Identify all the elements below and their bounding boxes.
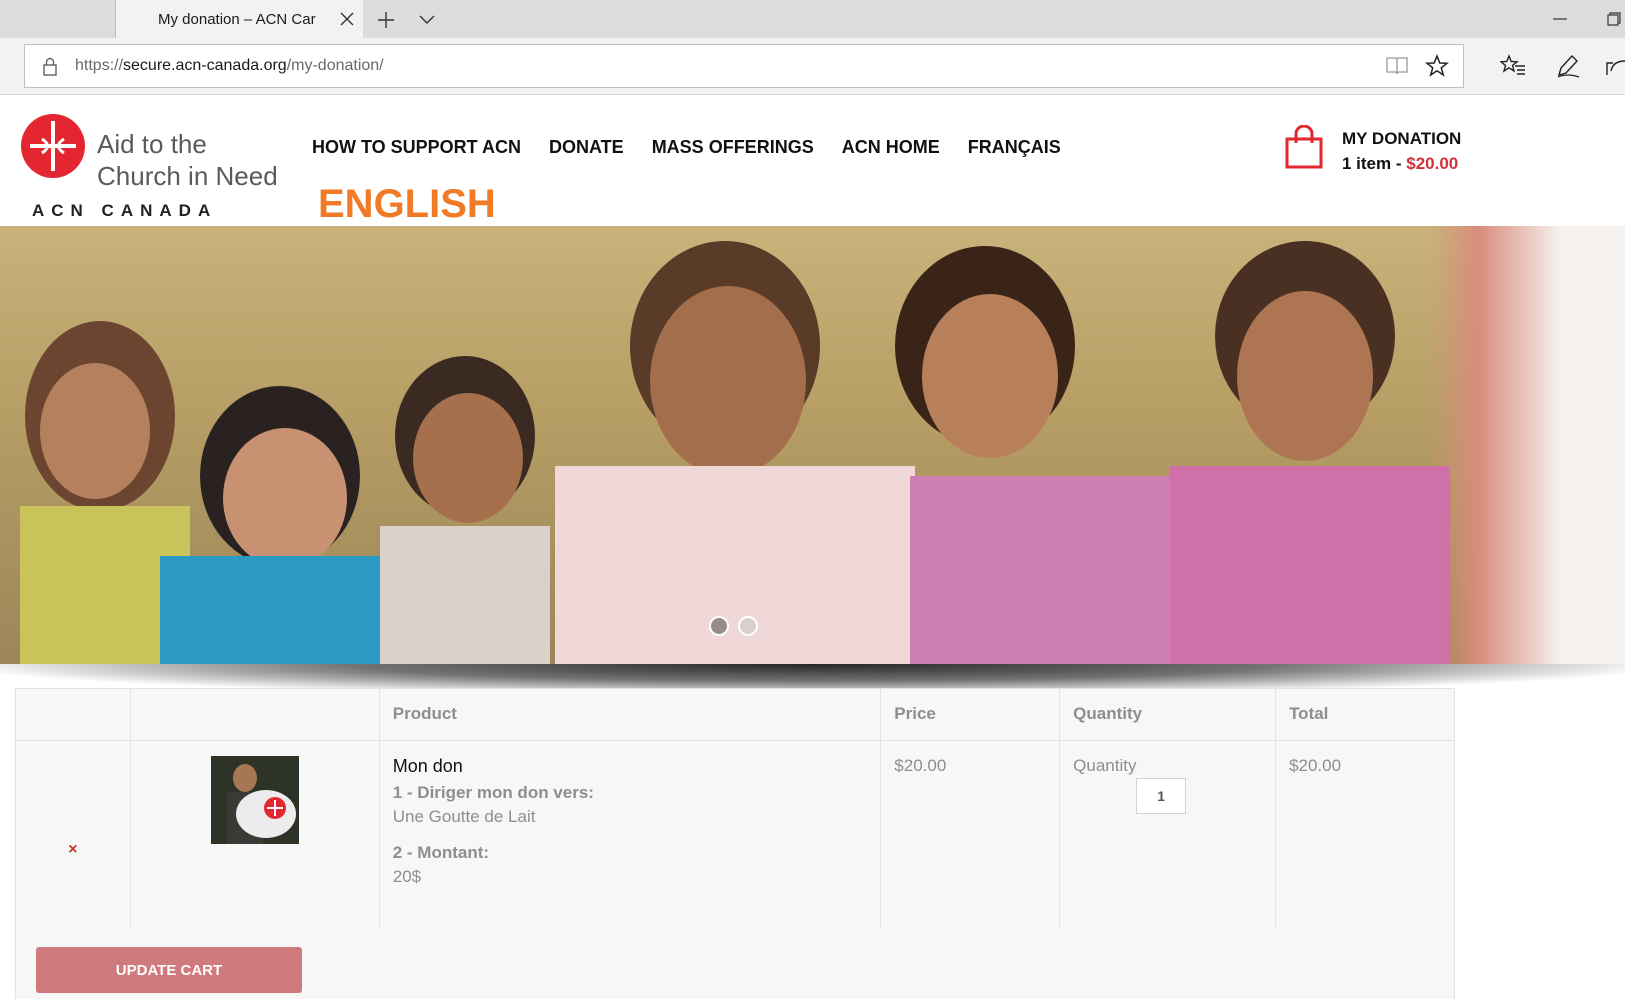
- quantity-label: Quantity: [1073, 756, 1137, 775]
- url-path: /my-donation/: [286, 57, 384, 74]
- hero-children-photo: [20, 241, 1450, 664]
- logo-line1: Aid to the: [97, 129, 207, 159]
- url-scheme: https://: [75, 57, 124, 74]
- cart-table: Product Price Quantity Total × Mon don 1…: [15, 688, 1455, 930]
- tab-title: My donation – ACN Car: [158, 11, 316, 28]
- lock-icon: [41, 56, 59, 76]
- share-icon[interactable]: [1605, 53, 1625, 79]
- header-remove: [15, 688, 131, 741]
- header-thumbnail: [129, 688, 380, 741]
- header-product: Product: [378, 688, 882, 741]
- star-icon[interactable]: [1424, 53, 1450, 78]
- cart-summary[interactable]: 1 item - $20.00: [1342, 154, 1458, 174]
- cart-amount: $20.00: [1406, 154, 1459, 173]
- nav-acn-home[interactable]: ACN HOME: [842, 137, 940, 158]
- slider-dot-1[interactable]: [709, 616, 729, 636]
- header-total: Total: [1275, 688, 1455, 741]
- cart-actions: UPDATE CART: [15, 929, 1455, 999]
- acn-logo-icon: [21, 114, 85, 178]
- main-nav: HOW TO SUPPORT ACN DONATE MASS OFFERINGS…: [312, 137, 1061, 158]
- quantity-cell: Quantity: [1059, 740, 1277, 930]
- reading-view-icon[interactable]: [1385, 55, 1409, 77]
- browser-address-bar: https://secure.acn-canada.org/my-donatio…: [0, 38, 1625, 95]
- cart-item-count: 1 item -: [1342, 154, 1407, 173]
- slider-dot-2[interactable]: [738, 616, 758, 636]
- cart-table-header: Product Price Quantity Total: [15, 688, 1455, 741]
- chevron-down-icon[interactable]: [414, 7, 440, 33]
- header-quantity: Quantity: [1059, 688, 1277, 741]
- remove-cell: ×: [15, 740, 131, 930]
- cart-title[interactable]: MY DONATION: [1342, 129, 1461, 149]
- header-price: Price: [880, 688, 1061, 741]
- site-logo[interactable]: Aid to the Church in Need ACN CANADA: [20, 113, 278, 220]
- nav-francais[interactable]: FRANÇAIS: [968, 137, 1061, 158]
- url-text: https://secure.acn-canada.org/my-donatio…: [75, 57, 384, 75]
- price-cell: $20.00: [880, 740, 1061, 930]
- product-option-1-label: 1 - Diriger mon don vers:: [392, 783, 594, 802]
- logo-line2: Church in Need: [97, 161, 278, 191]
- url-field[interactable]: https://secure.acn-canada.org/my-donatio…: [24, 44, 1464, 88]
- product-thumbnail[interactable]: [210, 756, 299, 844]
- close-icon[interactable]: [336, 8, 358, 30]
- nav-how-to-support[interactable]: HOW TO SUPPORT ACN: [312, 137, 521, 158]
- browser-tab-bar: My donation – ACN Car: [0, 0, 1625, 38]
- cart-bag-icon[interactable]: [1285, 124, 1323, 169]
- pen-icon[interactable]: [1555, 53, 1581, 79]
- favorites-icon[interactable]: [1499, 53, 1526, 79]
- url-host: secure.acn-canada.org: [123, 57, 287, 74]
- quantity-input[interactable]: [1136, 778, 1187, 814]
- table-row: × Mon don 1 - Diriger mon don vers: Une …: [15, 740, 1455, 930]
- site-header: Aid to the Church in Need ACN CANADA HOW…: [0, 95, 1625, 226]
- remove-icon[interactable]: ×: [66, 841, 80, 859]
- update-cart-button[interactable]: UPDATE CART: [36, 947, 302, 993]
- logo-line3: ACN CANADA: [32, 201, 218, 220]
- total-cell: $20.00: [1275, 740, 1455, 930]
- restore-icon[interactable]: [1603, 8, 1625, 30]
- product-name[interactable]: Mon don: [393, 756, 868, 777]
- nav-mass-offerings[interactable]: MASS OFFERINGS: [652, 137, 814, 158]
- product-option-2-value: 20$: [392, 867, 422, 886]
- product-cell: Mon don 1 - Diriger mon don vers: Une Go…: [378, 740, 882, 930]
- product-thumbnail-image: [210, 756, 299, 844]
- thumbnail-cell: [129, 740, 380, 930]
- nav-english[interactable]: ENGLISH: [318, 182, 496, 227]
- product-option-2-label: 2 - Montant:: [392, 843, 490, 862]
- nav-donate[interactable]: DONATE: [549, 137, 624, 158]
- hero-banner-image: [0, 226, 1625, 664]
- product-option-1-value: Une Goutte de Lait: [392, 807, 536, 826]
- minimize-icon[interactable]: [1548, 8, 1572, 30]
- browser-tab-active[interactable]: My donation – ACN Car: [116, 0, 363, 38]
- browser-tab-inactive[interactable]: [0, 0, 116, 38]
- plus-icon[interactable]: [373, 7, 399, 33]
